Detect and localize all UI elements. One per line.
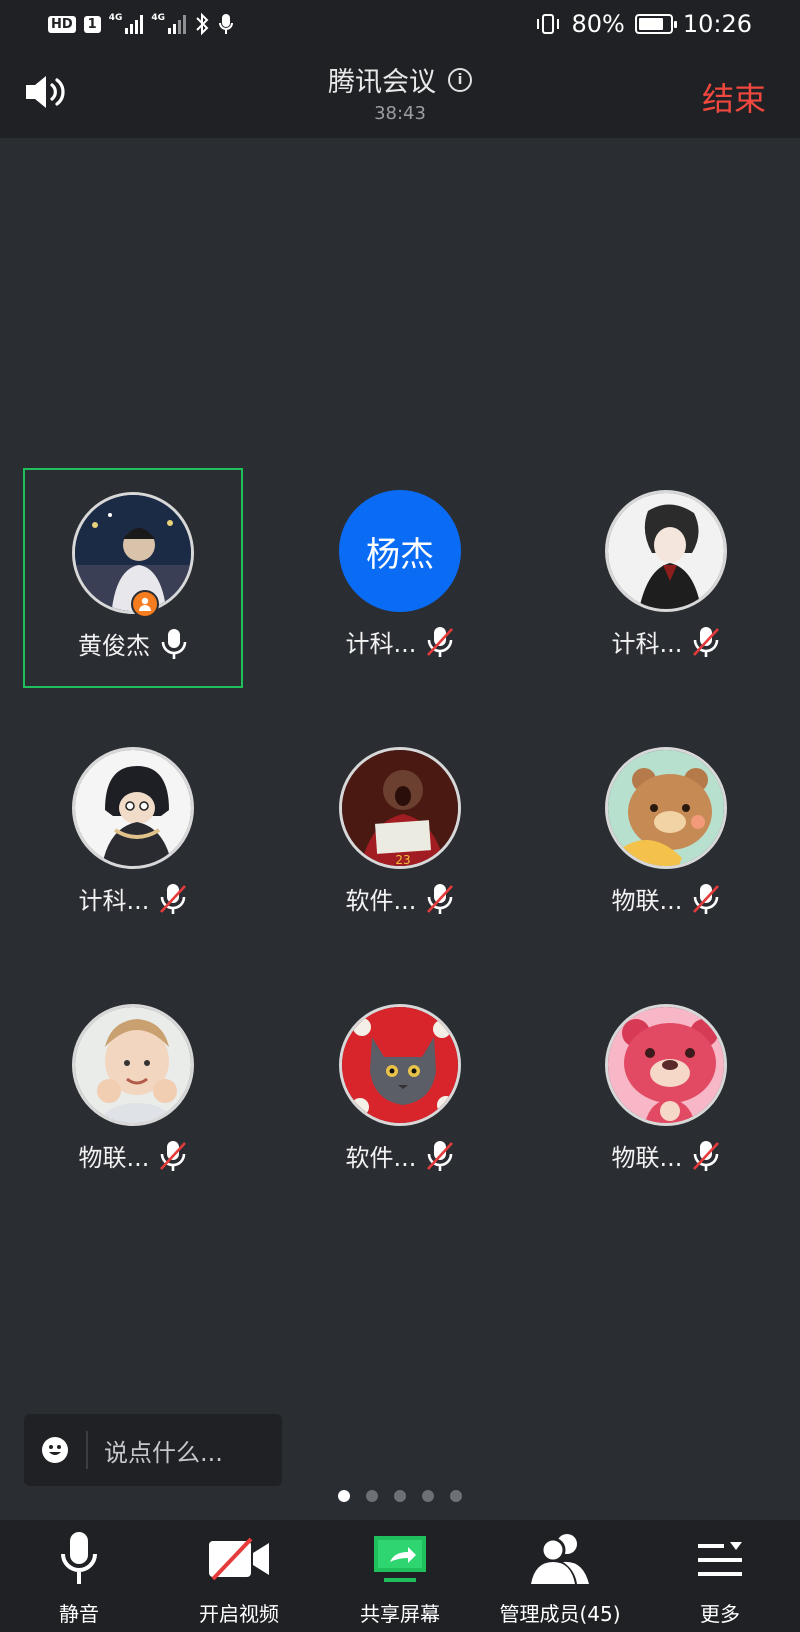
chat-placeholder[interactable]: 说点什么... <box>104 1433 223 1468</box>
manage-members-button[interactable]: 管理成员(45) <box>485 1530 635 1627</box>
participant-tile[interactable]: 物联... <box>556 725 776 945</box>
participant-name-row: 计科... <box>23 881 243 916</box>
meeting-duration: 38:43 <box>374 103 426 124</box>
participant-name-row: 软件... <box>290 881 510 916</box>
status-left: HD 1 4G 4G <box>48 12 234 36</box>
info-icon[interactable]: i <box>448 67 472 92</box>
bottom-toolbar: 静音 开启视频 共享屏幕 管理成员(45) 更多 <box>0 1520 800 1632</box>
participant-name: 黄俊杰 <box>78 632 150 660</box>
page-dot[interactable] <box>450 1490 462 1502</box>
share-screen-label: 共享屏幕 <box>360 1602 440 1626</box>
clock: 10:26 <box>682 10 752 38</box>
participant-name: 计科... <box>78 887 150 915</box>
participant-tile[interactable]: 杨杰 计科... <box>290 468 510 688</box>
start-video-button[interactable]: 开启视频 <box>164 1530 314 1627</box>
mute-button[interactable]: 静音 <box>4 1530 154 1627</box>
members-icon <box>531 1534 589 1584</box>
more-menu-icon <box>698 1542 742 1576</box>
participant-name-row: 物联... <box>556 881 776 916</box>
meeting-title-block: 腾讯会议 i 38:43 <box>0 60 800 124</box>
participant-tile[interactable]: 计科... <box>556 468 776 688</box>
chat-input[interactable]: 说点什么... <box>24 1414 282 1486</box>
participant-name-row: 计科... <box>556 624 776 659</box>
host-badge <box>131 590 159 618</box>
bluetooth-icon <box>196 12 209 36</box>
microphone-muted-icon <box>693 883 720 914</box>
signal-icon-2: 4G <box>151 13 187 34</box>
participant-name-row: 物联... <box>556 1138 776 1173</box>
participant-name: 物联... <box>611 887 683 915</box>
microphone-muted-icon <box>427 883 454 914</box>
participant-name: 物联... <box>611 1144 683 1172</box>
page-dot-active[interactable] <box>338 1490 350 1502</box>
microphone-muted-icon <box>160 883 187 914</box>
participant-name: 物联... <box>78 1144 150 1172</box>
participant-name-row: 黄俊杰 <box>25 626 241 661</box>
avatar <box>339 1004 461 1126</box>
avatar <box>605 1004 727 1126</box>
signal-icon: 4G <box>109 14 144 34</box>
mute-label: 静音 <box>59 1602 99 1626</box>
participant-name-row: 软件... <box>290 1138 510 1173</box>
end-meeting-button[interactable]: 结束 <box>702 74 766 120</box>
participant-name: 计科... <box>611 630 683 658</box>
share-screen-button[interactable]: 共享屏幕 <box>325 1530 475 1627</box>
vibrate-icon <box>537 14 560 34</box>
microphone-muted-icon <box>693 1140 720 1171</box>
participant-name-row: 计科... <box>290 624 510 659</box>
avatar <box>72 1004 194 1126</box>
meeting-header: 腾讯会议 i 38:43 结束 <box>0 50 800 138</box>
sim-badge: 1 <box>83 15 101 33</box>
participant-name-row: 物联... <box>23 1138 243 1173</box>
avatar <box>605 490 727 612</box>
microphone-muted-icon <box>693 626 720 657</box>
manage-members-label: 管理成员(45) <box>499 1602 621 1626</box>
video-off-icon <box>209 1537 269 1581</box>
participant-name: 计科... <box>345 630 417 658</box>
microphone-muted-icon <box>427 626 454 657</box>
participant-tile[interactable]: 软件... <box>290 982 510 1202</box>
meeting-title: 腾讯会议 <box>328 67 436 98</box>
network-type-1: 4G <box>108 13 123 23</box>
participant-tile[interactable]: 物联... <box>23 982 243 1202</box>
emoji-icon[interactable] <box>42 1437 68 1463</box>
more-button[interactable]: 更多 <box>645 1530 795 1627</box>
microphone-status-icon <box>219 14 234 34</box>
hd-badge: HD <box>48 15 76 33</box>
microphone-icon <box>61 1532 97 1584</box>
status-right: 80% 10:26 <box>535 10 752 38</box>
page-indicator <box>0 1490 800 1502</box>
participant-name: 软件... <box>345 1144 417 1172</box>
avatar <box>605 747 727 869</box>
microphone-on-icon <box>161 628 187 659</box>
status-bar: HD 1 4G 4G 80% 10:26 <box>0 0 800 50</box>
more-label: 更多 <box>700 1602 740 1626</box>
page-dot[interactable] <box>366 1490 378 1502</box>
network-type-2: 4G <box>151 13 166 23</box>
page-dot[interactable] <box>422 1490 434 1502</box>
start-video-label: 开启视频 <box>199 1602 279 1626</box>
microphone-muted-icon <box>427 1140 454 1171</box>
participant-tile[interactable]: 23 软件... <box>290 725 510 945</box>
host-icon <box>139 597 151 611</box>
avatar <box>72 747 194 869</box>
battery-fill <box>638 18 663 30</box>
participant-tile[interactable]: 黄俊杰 <box>23 468 243 688</box>
microphone-muted-icon <box>160 1140 187 1171</box>
svg-text:23: 23 <box>395 853 410 867</box>
participant-tile[interactable]: 物联... <box>556 982 776 1202</box>
participant-name: 软件... <box>345 887 417 915</box>
avatar: 杨杰 <box>339 490 461 612</box>
participant-tile[interactable]: 计科... <box>23 725 243 945</box>
battery-percent: 80% <box>571 10 625 38</box>
page-dot[interactable] <box>394 1490 406 1502</box>
share-screen-icon <box>374 1536 426 1582</box>
chat-divider <box>86 1431 88 1469</box>
avatar: 23 <box>339 747 461 869</box>
battery-icon <box>634 14 677 34</box>
